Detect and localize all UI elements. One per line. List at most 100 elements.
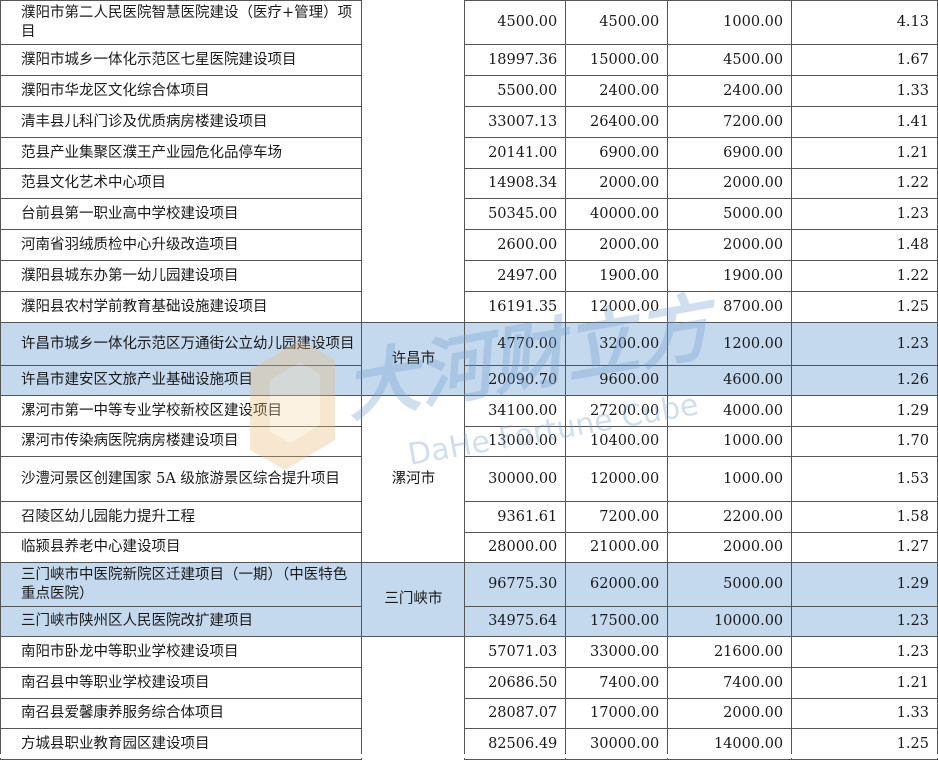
bond-amount-cell: 10400.00 xyxy=(565,426,669,457)
coverage-ratio-cell: 1.48 xyxy=(791,229,938,261)
bond-amount-cell: 40000.00 xyxy=(565,198,669,230)
total-investment-cell: 18997.36 xyxy=(464,44,567,76)
table-row: 漯河市传染病医院病房楼建设项目 13000.00 10400.00 1000.00 1.… xyxy=(0,426,938,457)
table-row: 三门峡市中医院新院区迁建项目（一期）（中医特色重点医院） 三门峡市 96775.30… xyxy=(0,562,938,637)
coverage-ratio-cell: 1.67 xyxy=(791,44,938,76)
coverage-ratio-cell: 1.22 xyxy=(791,260,938,292)
project-name-cell: 许昌市建安区文旅产业基础设施项目 xyxy=(0,365,363,396)
coverage-ratio-cell: 1.58 xyxy=(791,501,938,533)
total-investment-cell: 28087.07 xyxy=(464,698,567,729)
coverage-ratio-cell: 1.53 xyxy=(791,456,938,502)
coverage-ratio-cell: 1.33 xyxy=(791,698,938,729)
city-cell xyxy=(361,291,466,323)
project-name-cell: 范县产业集聚区濮王产业园危化品停车场 xyxy=(0,137,363,169)
total-investment-cell: 14908.34 xyxy=(464,168,567,199)
issued-amount-cell: 1900.00 xyxy=(667,260,793,292)
coverage-ratio-cell: 1.41 xyxy=(791,106,938,138)
project-table: 濮阳市第二人民医院智慧医院建设（医疗+管理）项目 4500.00 4500.00 10… xyxy=(0,0,938,760)
city-cell xyxy=(361,0,466,45)
issued-amount-cell: 5000.00 xyxy=(667,198,793,230)
city-cell: 三门峡市 xyxy=(361,562,466,637)
bond-amount-cell: 12000.00 xyxy=(565,291,669,323)
table-row: 沙澧河景区创建国家 5A 级旅游景区综合提升项目 30000.00 12000.00… xyxy=(0,456,938,502)
table-row: 濮阳县农村学前教育基础设施建设项目 16191.35 12000.00 8700.00… xyxy=(0,291,938,323)
table-row: 濮阳县城东办第一幼儿园建设项目 2497.00 1900.00 1900.00 1.22 xyxy=(0,260,938,292)
issued-amount-cell: 1000.00 xyxy=(667,426,793,457)
total-investment-cell: 4500.00 xyxy=(464,0,567,45)
bond-amount-cell: 12000.00 xyxy=(565,456,669,502)
project-name-cell: 许昌市城乡一体化示范区万通街公立幼儿园建设项目 xyxy=(0,322,363,366)
coverage-ratio-cell: 1.33 xyxy=(791,75,938,107)
table-row: 范县产业集聚区濮王产业园危化品停车场 20141.00 6900.00 6900.00… xyxy=(0,137,938,169)
issued-amount-cell: 5000.00 xyxy=(667,562,793,607)
project-name-cell: 范县文化艺术中心项目 xyxy=(0,168,363,199)
issued-amount-cell: 7400.00 xyxy=(667,667,793,699)
total-investment-cell: 2600.00 xyxy=(464,229,567,261)
issued-amount-cell: 1000.00 xyxy=(667,0,793,45)
city-cell xyxy=(361,106,466,138)
issued-amount-cell: 1000.00 xyxy=(667,456,793,502)
bond-amount-cell: 6900.00 xyxy=(565,137,669,169)
project-name-cell: 沙澧河景区创建国家 5A 级旅游景区综合提升项目 xyxy=(0,456,363,502)
table-row: 台前县第一职业高中学校建设项目 50345.00 40000.00 5000.00 1.… xyxy=(0,198,938,230)
bond-amount-cell: 17500.00 xyxy=(565,606,669,637)
total-investment-cell: 5500.00 xyxy=(464,75,567,107)
bond-amount-cell: 15000.00 xyxy=(565,44,669,76)
issued-amount-cell: 4000.00 xyxy=(667,395,793,427)
coverage-ratio-cell: 1.27 xyxy=(791,532,938,563)
table-row: 南召县中等职业学校建设项目 20686.50 7400.00 7400.00 1.21 xyxy=(0,667,938,699)
project-name-cell: 漯河市传染病医院病房楼建设项目 xyxy=(0,426,363,457)
table-row: 濮阳市城乡一体化示范区七星医院建设项目 18997.36 15000.00 4500.… xyxy=(0,44,938,76)
city-cell xyxy=(361,75,466,107)
coverage-ratio-cell: 4.13 xyxy=(791,0,938,45)
table-row: 河南省羽绒质检中心升级改造项目 2600.00 2000.00 2000.00 1.48 xyxy=(0,229,938,261)
issued-amount-cell: 10000.00 xyxy=(667,606,793,637)
project-name-cell: 濮阳县城东办第一幼儿园建设项目 xyxy=(0,260,363,292)
bond-amount-cell: 26400.00 xyxy=(565,106,669,138)
total-investment-cell: 20686.50 xyxy=(464,667,567,699)
coverage-ratio-cell: 1.21 xyxy=(791,667,938,699)
table-row: 临颍县养老中心建设项目 28000.00 21000.00 2000.00 1.27 xyxy=(0,532,938,563)
bond-amount-cell: 7200.00 xyxy=(565,501,669,533)
bond-amount-cell: 2000.00 xyxy=(565,168,669,199)
coverage-ratio-cell: 1.29 xyxy=(791,395,938,427)
project-name-cell: 临颍县养老中心建设项目 xyxy=(0,532,363,563)
project-name-cell: 濮阳市城乡一体化示范区七星医院建设项目 xyxy=(0,44,363,76)
total-investment-cell: 13000.00 xyxy=(464,426,567,457)
project-name-cell: 台前县第一职业高中学校建设项目 xyxy=(0,198,363,230)
total-investment-cell: 9361.61 xyxy=(464,501,567,533)
table-row: 范县文化艺术中心项目 14908.34 2000.00 2000.00 1.22 xyxy=(0,168,938,199)
table-row: 南阳市卧龙中等职业学校建设项目 57071.03 33000.00 21600.00 1… xyxy=(0,636,938,668)
project-name-cell: 南召县中等职业学校建设项目 xyxy=(0,667,363,699)
issued-amount-cell: 2000.00 xyxy=(667,698,793,729)
bond-amount-cell: 3200.00 xyxy=(565,322,669,366)
city-cell: 漯河市 xyxy=(361,395,466,563)
city-cell: 许昌市 xyxy=(361,322,466,396)
bond-amount-cell: 33000.00 xyxy=(565,636,669,668)
issued-amount-cell: 6900.00 xyxy=(667,137,793,169)
city-cell xyxy=(361,667,466,699)
bond-amount-cell: 2400.00 xyxy=(565,75,669,107)
issued-amount-cell: 2000.00 xyxy=(667,229,793,261)
bond-amount-cell: 9600.00 xyxy=(565,365,669,396)
coverage-ratio-cell: 1.70 xyxy=(791,426,938,457)
total-investment-cell: 30000.00 xyxy=(464,456,567,502)
project-name-cell: 三门峡市陕州区人民医院改扩建项目 xyxy=(0,606,363,637)
city-cell xyxy=(361,636,466,668)
bond-amount-cell: 27200.00 xyxy=(565,395,669,427)
bond-amount-cell: 17000.00 xyxy=(565,698,669,729)
project-name-cell: 河南省羽绒质检中心升级改造项目 xyxy=(0,229,363,261)
city-cell xyxy=(361,168,466,199)
total-investment-cell: 28000.00 xyxy=(464,532,567,563)
total-investment-cell: 20090.70 xyxy=(464,365,567,396)
total-investment-cell: 2497.00 xyxy=(464,260,567,292)
issued-amount-cell: 2400.00 xyxy=(667,75,793,107)
issued-amount-cell: 2200.00 xyxy=(667,501,793,533)
issued-amount-cell: 21600.00 xyxy=(667,636,793,668)
city-cell xyxy=(361,229,466,261)
table-row: 濮阳市第二人民医院智慧医院建设（医疗+管理）项目 4500.00 4500.00 10… xyxy=(0,0,938,45)
project-name-cell: 濮阳市第二人民医院智慧医院建设（医疗+管理）项目 xyxy=(0,0,363,45)
coverage-ratio-cell: 1.26 xyxy=(791,365,938,396)
total-investment-cell: 34975.64 xyxy=(464,606,567,637)
total-investment-cell: 16191.35 xyxy=(464,291,567,323)
